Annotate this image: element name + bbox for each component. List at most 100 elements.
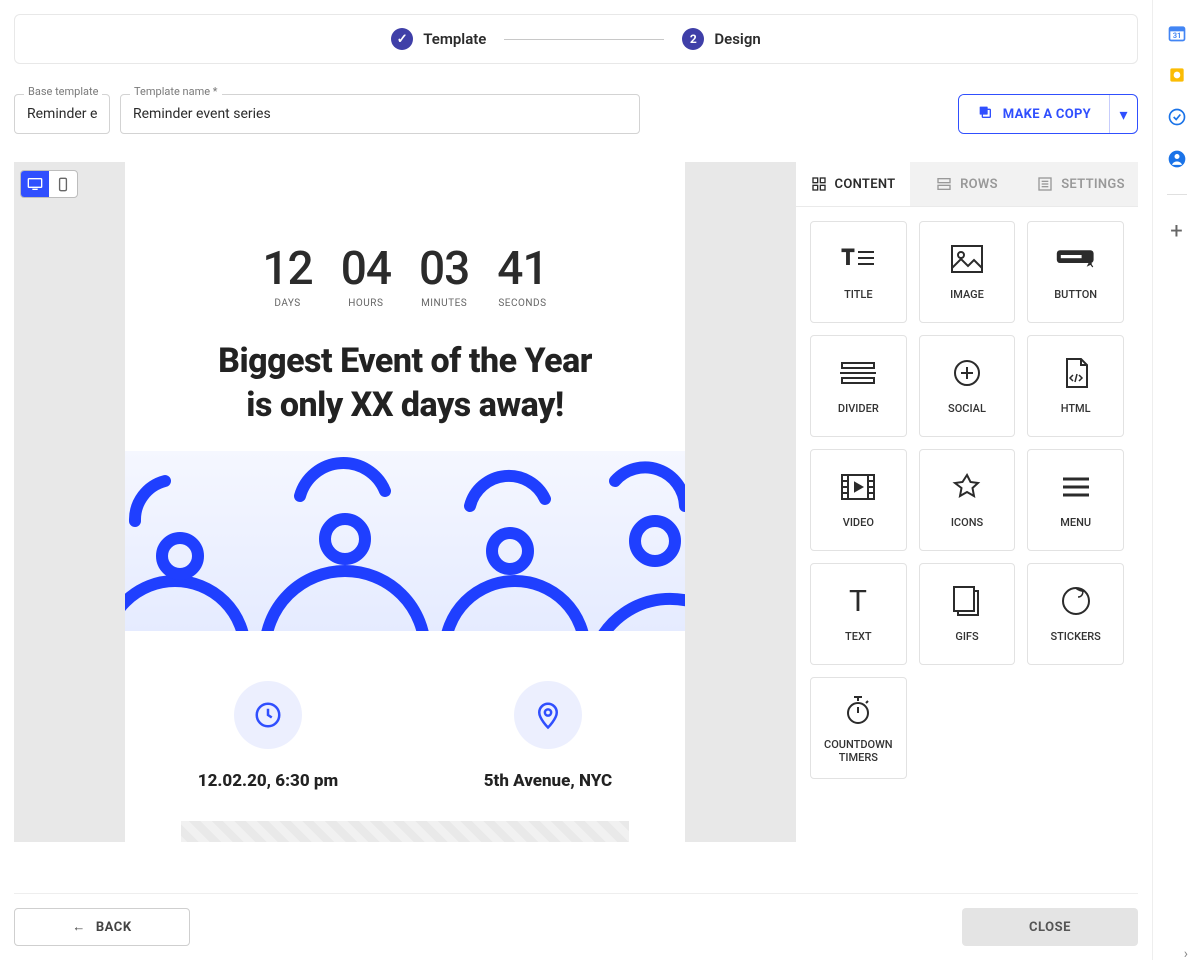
contacts-app-icon[interactable] [1166,148,1188,170]
rail-divider [1167,194,1187,195]
svg-text:T: T [842,245,854,269]
element-label: HTML [1061,402,1091,415]
step-template-label: Template [423,30,486,48]
countdown-timers-icon [838,692,878,726]
email-canvas[interactable]: 12 DAYS 04 HOURS 03 MINUTES 41 SECONDS [125,162,685,842]
copy-icon [977,104,993,124]
make-copy-button[interactable]: MAKE A COPY [959,95,1109,133]
desktop-view-button[interactable] [21,171,49,197]
element-title[interactable]: T TITLE [810,221,907,323]
template-name-label: Template name * [130,85,222,98]
tab-settings[interactable]: SETTINGS [1024,162,1138,206]
hero-illustration [125,451,685,631]
svg-text:T: T [849,586,867,616]
element-label: BUTTON [1054,288,1097,301]
social-icon [947,356,987,390]
notes-app-icon[interactable] [1166,64,1188,86]
stickers-icon [1056,584,1096,618]
element-label: COUNTDOWN TIMERS [824,738,893,764]
clock-icon [234,681,302,749]
stepper-header: ✓ Template 2 Design [14,14,1138,64]
element-gifs[interactable]: GIFS [919,563,1016,665]
element-label: TEXT [845,630,872,643]
step-connector [504,39,664,40]
event-datetime: 12.02.20, 6:30 pm [198,681,338,791]
html-icon [1056,356,1096,390]
element-text[interactable]: T TEXT [810,563,907,665]
element-label: STICKERS [1050,630,1100,643]
tasks-app-icon[interactable] [1166,106,1188,128]
editor-area: 12 DAYS 04 HOURS 03 MINUTES 41 SECONDS [14,162,1138,842]
step-number-icon: 2 [682,28,704,50]
menu-icon [1056,470,1096,504]
countdown-minutes: 03 MINUTES [419,242,469,309]
map-placeholder [181,821,629,842]
tab-content[interactable]: CONTENT [796,162,910,206]
countdown-block: 12 DAYS 04 HOURS 03 MINUTES 41 SECONDS [125,162,685,309]
panel-tabs: CONTENT ROWS SETTINGS [796,162,1138,207]
element-divider[interactable]: DIVIDER [810,335,907,437]
base-template-input[interactable] [14,94,110,134]
button-icon [1056,242,1096,276]
event-location: 5th Avenue, NYC [484,681,612,791]
element-menu[interactable]: MENU [1027,449,1124,551]
countdown-seconds: 41 SECONDS [497,242,547,309]
element-label: MENU [1060,516,1091,529]
gifs-icon [947,584,987,618]
element-label: SOCIAL [948,402,986,415]
content-elements-grid: T TITLE IMAGE BUTTON DIVIDER SOCIAL HTML VIDEO I… [796,207,1138,793]
close-button[interactable]: CLOSE [962,908,1138,946]
side-panel: CONTENT ROWS SETTINGS T TITLE IMAGE BUTTON D… [796,162,1138,842]
fields-row: Base template Template name * MAKE A COP… [14,94,1138,134]
back-button[interactable]: ← BACK [14,908,190,946]
countdown-days: 12 DAYS [262,242,312,309]
template-name-field: Template name * [120,94,640,134]
element-label: VIDEO [843,516,874,529]
title-icon: T [838,242,878,276]
calendar-app-icon[interactable]: 31 [1166,22,1188,44]
element-social[interactable]: SOCIAL [919,335,1016,437]
element-label: TITLE [844,288,873,301]
rows-icon [936,176,952,192]
footer-bar: ← BACK CLOSE [14,893,1138,946]
right-sidebar: 31 + [1152,0,1200,960]
element-label: IMAGE [950,288,984,301]
element-stickers[interactable]: STICKERS [1027,563,1124,665]
add-app-button[interactable]: + [1170,219,1182,244]
make-copy-dropdown[interactable]: ▾ [1109,95,1137,133]
canvas-column: 12 DAYS 04 HOURS 03 MINUTES 41 SECONDS [14,162,796,842]
make-copy-button-group: MAKE A COPY ▾ [958,94,1138,134]
element-button[interactable]: BUTTON [1027,221,1124,323]
event-info-row: 12.02.20, 6:30 pm 5th Avenue, NYC [125,631,685,791]
element-label: GIFS [955,630,978,643]
image-icon [947,242,987,276]
make-copy-label: MAKE A COPY [1003,107,1091,122]
mobile-view-button[interactable] [49,171,77,197]
step-design[interactable]: 2 Design [682,28,760,50]
step-check-icon: ✓ [391,28,413,50]
hero-title: Biggest Event of the Year is only XX day… [125,339,685,427]
element-html[interactable]: HTML [1027,335,1124,437]
grid-icon [811,176,827,192]
countdown-hours: 04 HOURS [341,242,391,309]
element-video[interactable]: VIDEO [810,449,907,551]
text-icon: T [838,584,878,618]
svg-text:31: 31 [1172,31,1181,40]
element-countdown-timers[interactable]: COUNTDOWN TIMERS [810,677,907,779]
arrow-left-icon: ← [72,919,86,935]
template-name-input[interactable] [120,94,640,134]
base-template-label: Base template [24,85,102,98]
device-toggle [20,170,78,198]
video-icon [838,470,878,504]
divider-icon [838,356,878,390]
people-illustration-icon [125,451,685,631]
element-icons[interactable]: ICONS [919,449,1016,551]
element-label: ICONS [951,516,983,529]
element-image[interactable]: IMAGE [919,221,1016,323]
element-label: DIVIDER [838,402,879,415]
location-pin-icon [514,681,582,749]
tab-rows[interactable]: ROWS [910,162,1024,206]
expand-sidebar-button[interactable]: › [1184,946,1188,962]
step-design-label: Design [714,30,760,48]
step-template[interactable]: ✓ Template [391,28,486,50]
